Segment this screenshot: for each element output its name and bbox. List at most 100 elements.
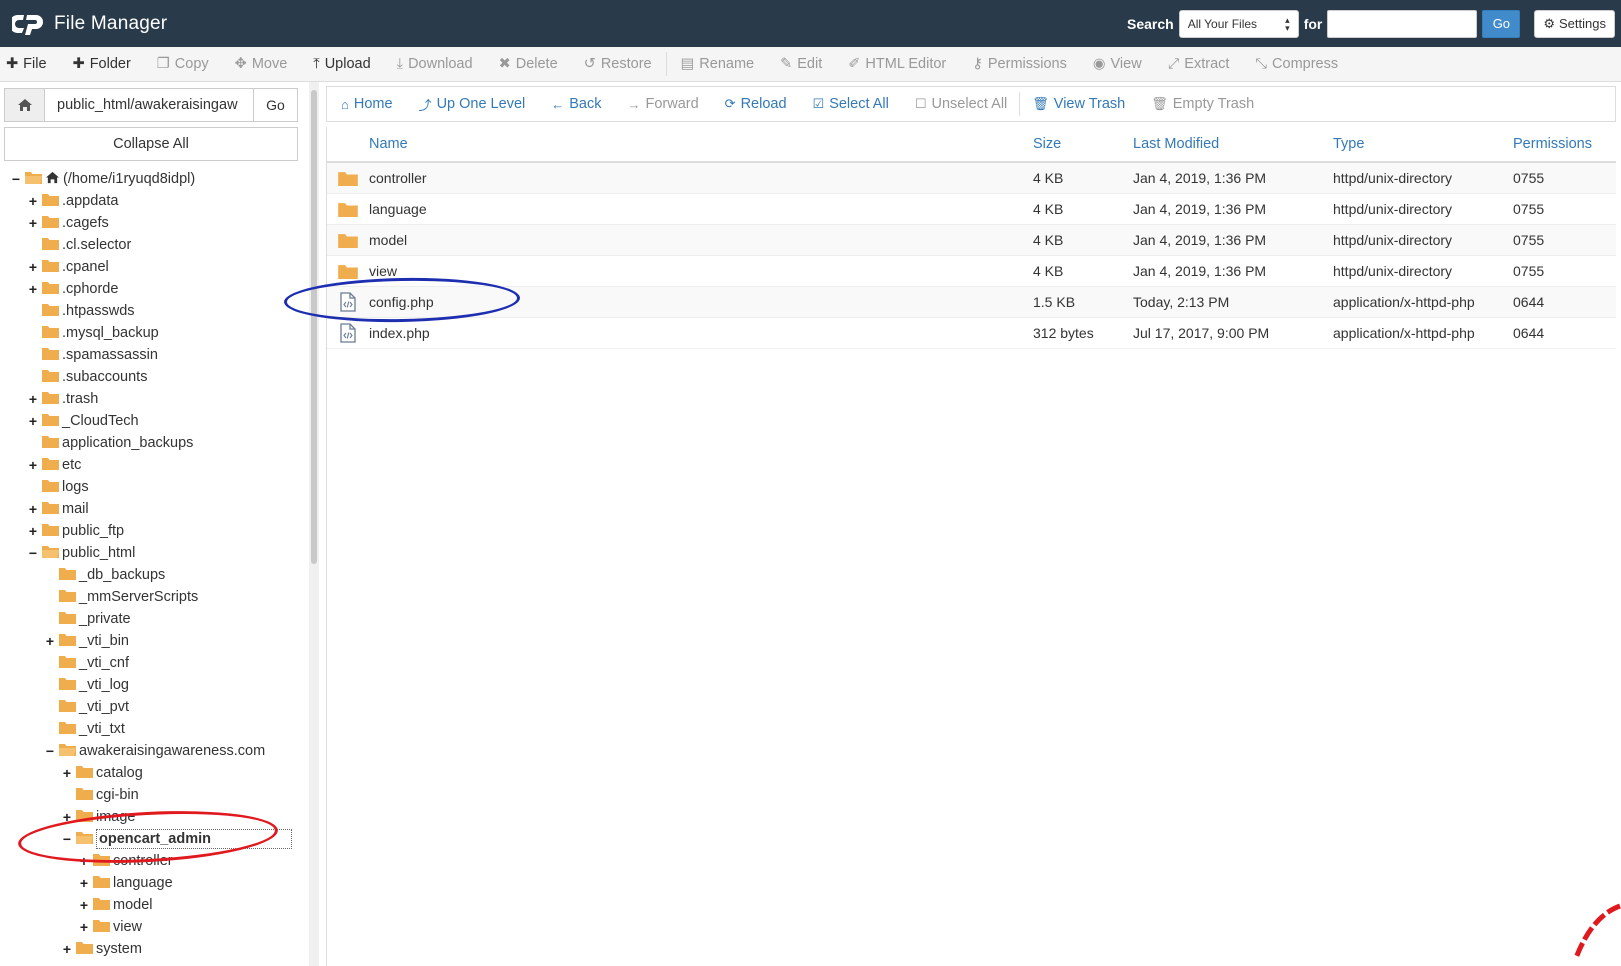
expand-icon[interactable]: + — [27, 281, 39, 297]
tree-item[interactable]: _db_backups — [0, 564, 300, 586]
table-row[interactable]: model 4 KB Jan 4, 2019, 1:36 PM httpd/unix-… — [327, 225, 1616, 256]
table-row[interactable]: language 4 KB Jan 4, 2019, 1:36 PM httpd/un… — [327, 194, 1616, 225]
toolbar-extract-button[interactable]: ⤢ Extract — [1168, 56, 1230, 72]
tree-item[interactable]: + language — [0, 872, 300, 894]
nav-up-one-level-button[interactable]: ⤴ Up One Level — [419, 95, 526, 114]
expand-icon[interactable]: + — [61, 809, 73, 825]
tree-item[interactable]: cgi-bin — [0, 784, 300, 806]
tree-item[interactable]: + .appdata — [0, 190, 300, 212]
toolbar-compress-button[interactable]: ⤡ Compress — [1255, 56, 1338, 72]
toolbar-move-button[interactable]: ✥ Move — [235, 56, 288, 72]
search-go-button[interactable]: Go — [1482, 9, 1521, 38]
tree-item[interactable]: _vti_txt — [0, 718, 300, 740]
expand-icon[interactable]: + — [27, 501, 39, 517]
expand-icon[interactable]: + — [27, 523, 39, 539]
table-row[interactable]: index.php 312 bytes Jul 17, 2017, 9:00 PM a… — [327, 318, 1616, 349]
tree-item[interactable]: application_backups — [0, 432, 300, 454]
toolbar-upload-button[interactable]: ⤒ Upload — [313, 56, 370, 72]
tree-item[interactable]: .spamassassin — [0, 344, 300, 366]
expand-icon[interactable]: + — [61, 765, 73, 781]
expand-icon[interactable]: + — [78, 875, 90, 891]
nav-view-trash-button[interactable]: 🗑 View Trash — [1032, 96, 1125, 112]
tree-item[interactable]: + .cagefs — [0, 212, 300, 234]
column-header-permissions[interactable]: Permissions — [1513, 136, 1613, 152]
expand-icon[interactable]: + — [27, 215, 39, 231]
collapse-icon[interactable]: − — [44, 743, 56, 759]
scrollbar-thumb[interactable] — [311, 90, 317, 564]
expand-icon[interactable]: + — [27, 413, 39, 429]
path-input[interactable]: public_html/awakeraisingaw — [45, 89, 253, 121]
tree-item[interactable]: _private — [0, 608, 300, 630]
collapse-all-button[interactable]: Collapse All — [4, 127, 298, 161]
nav-forward-button[interactable]: → Forward — [627, 96, 698, 112]
toolbar-copy-button[interactable]: ❐ Copy — [157, 56, 209, 72]
tree-item[interactable]: + system — [0, 938, 300, 960]
tree-item[interactable]: + image — [0, 806, 300, 828]
expand-icon[interactable]: + — [61, 941, 73, 957]
tree-item[interactable]: + model — [0, 894, 300, 916]
toolbar-download-button[interactable]: ⤓ Download — [397, 56, 473, 72]
table-row[interactable]: view 4 KB Jan 4, 2019, 1:36 PM httpd/unix-d… — [327, 256, 1616, 287]
toolbar-view-button[interactable]: ◉ View — [1093, 56, 1142, 72]
tree-item[interactable]: .subaccounts — [0, 366, 300, 388]
path-home-button[interactable] — [5, 89, 45, 121]
nav-home-button[interactable]: ⌂ Home — [341, 96, 393, 112]
expand-icon[interactable]: + — [27, 457, 39, 473]
nav-back-button[interactable]: ← Back — [551, 96, 601, 112]
expand-icon[interactable]: + — [27, 391, 39, 407]
tree-item[interactable]: + .trash — [0, 388, 300, 410]
tree-item[interactable]: + etc — [0, 454, 300, 476]
toolbar-restore-button[interactable]: ↺ Restore — [584, 56, 652, 72]
toolbar-file-button[interactable]: ✚ File — [6, 56, 47, 72]
toolbar-permissions-button[interactable]: ⚷ Permissions — [972, 56, 1067, 72]
collapse-icon[interactable]: − — [10, 171, 22, 187]
tree-item[interactable]: logs — [0, 476, 300, 498]
expand-icon[interactable]: + — [78, 919, 90, 935]
column-header-type[interactable]: Type — [1333, 136, 1513, 152]
tree-item[interactable]: + controller — [0, 850, 300, 872]
tree-item[interactable]: − opencart_admin — [0, 828, 300, 850]
tree-item[interactable]: _vti_cnf — [0, 652, 300, 674]
toolbar-edit-button[interactable]: ✎ Edit — [780, 56, 822, 72]
table-row[interactable]: config.php 1.5 KB Today, 2:13 PM applicatio… — [327, 287, 1616, 318]
toolbar-html-editor-button[interactable]: ✐ HTML Editor — [848, 56, 946, 72]
toolbar-delete-button[interactable]: ✖ Delete — [499, 56, 558, 72]
tree-item[interactable]: − (/home/i1ryuqd8idpl) — [0, 168, 300, 190]
tree-item[interactable]: + .cpanel — [0, 256, 300, 278]
expand-icon[interactable]: + — [78, 897, 90, 913]
tree-item[interactable]: + view — [0, 916, 300, 938]
nav-select-all-button[interactable]: ☑ Select All — [813, 96, 889, 112]
tree-item[interactable]: + .cphorde — [0, 278, 300, 300]
column-header-name[interactable]: Name — [369, 136, 1033, 152]
tree-item[interactable]: _vti_log — [0, 674, 300, 696]
column-header-size[interactable]: Size — [1033, 136, 1133, 152]
tree-item[interactable]: _mmServerScripts — [0, 586, 300, 608]
search-scope-select[interactable]: All Your Files ▴ ▾ — [1178, 9, 1299, 38]
toolbar-rename-button[interactable]: ▤ Rename — [681, 56, 755, 72]
tree-item[interactable]: + public_ftp — [0, 520, 300, 542]
search-input[interactable] — [1327, 9, 1478, 38]
expand-icon[interactable]: + — [78, 853, 90, 869]
collapse-icon[interactable]: − — [61, 831, 73, 847]
nav-reload-button[interactable]: ⟳ Reload — [725, 96, 787, 112]
tree-item[interactable]: + _vti_bin — [0, 630, 300, 652]
settings-button[interactable]: ⚙ Settings — [1534, 9, 1615, 38]
tree-item[interactable]: − public_html — [0, 542, 300, 564]
expand-icon[interactable]: + — [44, 633, 56, 649]
path-go-button[interactable]: Go — [253, 89, 297, 121]
tree-item[interactable]: .htpasswds — [0, 300, 300, 322]
tree-item[interactable]: + _CloudTech — [0, 410, 300, 432]
tree-item[interactable]: − awakeraisingawareness.com — [0, 740, 300, 762]
column-header-last-modified[interactable]: Last Modified — [1133, 136, 1333, 152]
tree-item[interactable]: _vti_pvt — [0, 696, 300, 718]
table-row[interactable]: controller 4 KB Jan 4, 2019, 1:36 PM httpd/… — [327, 163, 1616, 194]
tree-item[interactable]: + catalog — [0, 762, 300, 784]
tree-item[interactable]: .mysql_backup — [0, 322, 300, 344]
nav-unselect-all-button[interactable]: ☐ Unselect All — [915, 96, 1007, 112]
toolbar-folder-button[interactable]: ✚ Folder — [73, 56, 131, 72]
expand-icon[interactable]: + — [27, 259, 39, 275]
tree-item[interactable]: + mail — [0, 498, 300, 520]
nav-empty-trash-button[interactable]: 🗑 Empty Trash — [1151, 96, 1254, 112]
expand-icon[interactable]: + — [27, 193, 39, 209]
tree-item[interactable]: .cl.selector — [0, 234, 300, 256]
